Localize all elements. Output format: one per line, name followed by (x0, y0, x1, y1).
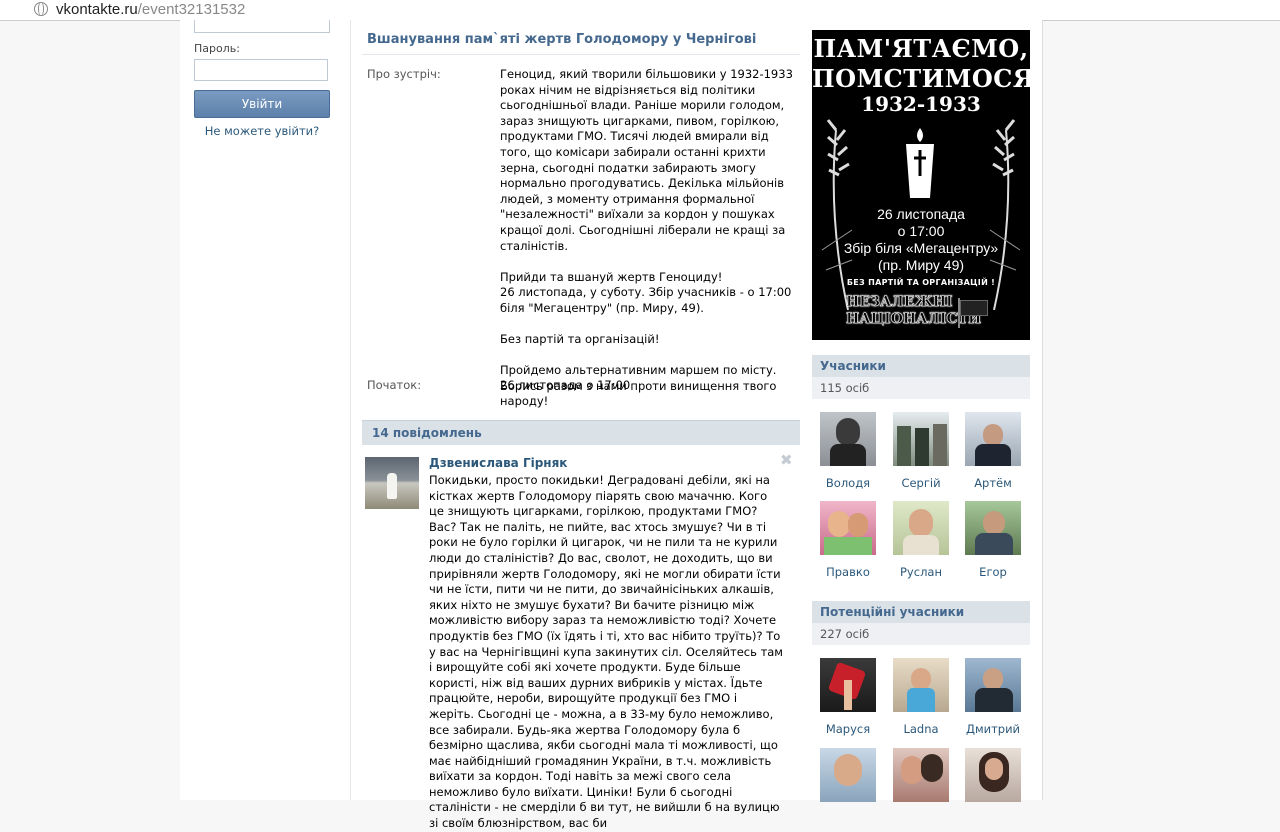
members-count-bar: 115 осіб (812, 377, 1030, 399)
member-name[interactable]: Дмитрий (964, 722, 1022, 736)
login-button[interactable]: Увійти (194, 90, 330, 118)
about-text: Геноцид, який творили більшовики у 1932-… (500, 67, 800, 410)
page-container: Пароль: Увійти Не можете увійти? Вшанува… (180, 20, 1043, 830)
poster-line1: ПАМ'ЯТАЄМО, (813, 34, 1029, 63)
column-divider (350, 20, 351, 800)
member-photo[interactable] (965, 501, 1021, 555)
potential-member-item[interactable] (964, 748, 1022, 802)
member-photo[interactable] (820, 658, 876, 712)
event-main: Вшанування пам`яті жертв Голодомору у Че… (362, 20, 802, 830)
members-title[interactable]: Учасники (820, 359, 886, 373)
member-name[interactable]: Артём (964, 476, 1022, 490)
member-photo[interactable] (893, 748, 949, 802)
page-right-border (1042, 20, 1043, 800)
member-name[interactable]: Ladna (892, 722, 950, 736)
start-value: 26 листопада о 17:00 (500, 378, 631, 392)
poster-address: (пр. Миру 49) (877, 257, 965, 273)
potential-header[interactable]: Потенційні учасники (812, 601, 1030, 623)
url-host: vkontakte.ru (56, 1, 138, 18)
member-photo[interactable] (965, 412, 1021, 466)
url-path: /event32131532 (137, 1, 246, 18)
potential-member-item[interactable] (819, 748, 877, 802)
wall-count[interactable]: 14 повідомлень (372, 426, 482, 440)
password-label: Пароль: (194, 42, 240, 55)
member-item[interactable]: Артём (964, 412, 1022, 490)
poster-logo-line1: НЕЗАЛЕЖНІ (846, 294, 953, 311)
potential-member-item[interactable]: Маруся (819, 658, 877, 736)
forgot-password-link[interactable]: Не можете увійти? (194, 124, 330, 138)
wall-header[interactable]: 14 повідомлень (362, 420, 800, 445)
potential-title[interactable]: Потенційні учасники (820, 605, 964, 619)
members-header[interactable]: Учасники (812, 355, 1030, 377)
password-input[interactable] (194, 59, 328, 81)
potential-member-item[interactable]: Ladna (892, 658, 950, 736)
about-label: Про зустріч: (367, 67, 441, 81)
poster-place: Збір біля «Мегацентру» (843, 240, 999, 256)
member-name[interactable]: Егор (964, 565, 1022, 579)
member-photo[interactable] (893, 412, 949, 466)
post-avatar[interactable] (365, 457, 419, 509)
member-photo[interactable] (820, 748, 876, 802)
poster-year: 1932-1933 (861, 92, 981, 116)
address-url[interactable]: vkontakte.ru/event32131532 (56, 0, 245, 19)
member-name[interactable]: Руслан (892, 565, 950, 579)
event-sidebar: ПАМ'ЯТАЄМО, ПОМСТИМОСЯ! 1932-1933 26 лис… (812, 20, 1032, 802)
poster-heading: ПАМ'ЯТАЄМО, ПОМСТИМОСЯ! (812, 34, 1030, 94)
poster-time: о 17:00 (897, 223, 945, 239)
about-paragraph: Без партій та організацій! (500, 332, 660, 347)
member-photo[interactable] (820, 412, 876, 466)
member-photo[interactable] (820, 501, 876, 555)
potential-member-item[interactable]: Дмитрий (964, 658, 1022, 736)
members-count: 115 осіб (820, 381, 870, 395)
member-item[interactable]: Правко (819, 501, 877, 579)
member-item[interactable]: Володя (819, 412, 877, 490)
post-author-link[interactable]: Дзвенислава Гірняк (429, 456, 567, 470)
title-divider (362, 54, 800, 55)
wheat-right-icon (989, 119, 1021, 310)
member-photo[interactable] (965, 658, 1021, 712)
candle-icon (906, 128, 934, 198)
potential-count: 227 осіб (820, 627, 870, 641)
poster-line2: ПОМСТИМОСЯ! (812, 64, 1030, 93)
poster-logo: НЕЗАЛЕЖНІ НАЦІОНАЛІСТИ (846, 294, 982, 336)
login-sidebar: Пароль: Увійти Не можете увійти? (180, 20, 352, 800)
member-photo[interactable] (965, 748, 1021, 802)
member-photo[interactable] (893, 658, 949, 712)
wheat-left-icon (821, 119, 853, 310)
about-paragraph: Прийди та вшануй жертв Геноциду! 26 лист… (500, 269, 792, 315)
event-poster[interactable]: ПАМ'ЯТАЄМО, ПОМСТИМОСЯ! 1932-1933 26 лис… (812, 30, 1030, 340)
flag-icon (958, 298, 990, 328)
member-name[interactable]: Маруся (819, 722, 877, 736)
member-item[interactable]: Сергій (892, 412, 950, 490)
poster-logo-line2: НАЦІОНАЛІСТИ (846, 311, 982, 328)
potential-count-bar: 227 осіб (812, 623, 1030, 645)
delete-post-icon[interactable]: ✖ (780, 451, 793, 469)
browser-address-bar[interactable]: vkontakte.ru/event32131532 (0, 0, 1280, 21)
member-name[interactable]: Правко (819, 565, 877, 579)
member-name[interactable]: Володя (819, 476, 877, 490)
member-name[interactable]: Сергій (892, 476, 950, 490)
member-photo[interactable] (893, 501, 949, 555)
poster-date: 26 листопада (877, 206, 965, 222)
about-paragraph: Геноцид, який творили більшовики у 1932-… (500, 67, 793, 253)
potential-member-item[interactable] (892, 748, 950, 802)
globe-icon (34, 2, 48, 16)
poster-note: БЕЗ ПАРТІЙ ТА ОРГАНІЗАЦІЙ ! (846, 278, 996, 287)
member-item[interactable]: Руслан (892, 501, 950, 579)
member-item[interactable]: Егор (964, 501, 1022, 579)
start-label: Початок: (367, 378, 422, 392)
event-title: Вшанування пам`яті жертв Голодомору у Че… (367, 32, 757, 47)
post-text: Покидьки, просто покидьки! Деградовані д… (429, 473, 783, 831)
login-email-field[interactable] (194, 20, 330, 33)
